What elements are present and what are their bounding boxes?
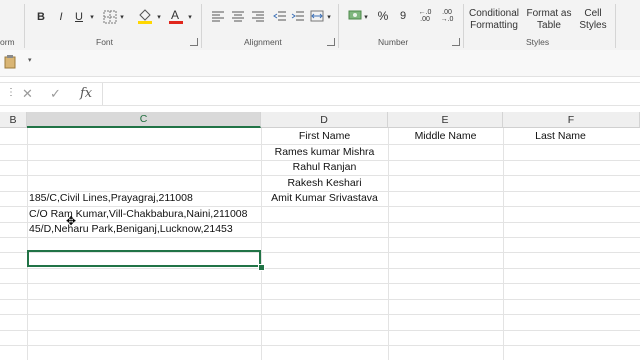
number-group-label: Number [378,37,409,47]
styles-group-label: Styles [526,37,550,47]
align-right-button[interactable] [250,9,266,23]
grid-line [0,330,640,331]
comma-style-button[interactable]: 9 [396,8,410,24]
currency-button[interactable] [348,7,362,23]
grid-line [0,268,640,269]
fill-color-dropdown-icon[interactable]: ▾ [155,11,163,23]
align-left-icon [212,11,224,22]
clipboard-group-label: orm [0,37,15,47]
column-header-e[interactable]: E [388,112,503,128]
cell-c-address[interactable]: C/O Ram Kumar,Vill-Chakbabura,Naini,2110… [29,207,247,222]
cell-d-name[interactable]: Rames kumar Mishra [261,145,388,160]
merge-dropdown-icon[interactable]: ▾ [325,11,333,23]
paste-icon[interactable] [4,55,16,74]
enter-icon[interactable]: ✓ [50,86,61,102]
merge-center-button[interactable] [309,9,325,23]
bold-button[interactable]: B [34,9,48,25]
fill-color-button[interactable] [136,7,154,25]
column-header-b[interactable]: B [0,112,27,128]
currency-dropdown-icon[interactable]: ▾ [362,11,370,23]
decrease-decimal-icon: .00 →.0 [440,9,454,23]
increase-indent-icon [291,11,304,21]
decrease-decimal-button[interactable]: .00 →.0 [438,7,456,25]
font-color-dropdown-icon[interactable]: ▾ [186,11,194,23]
cell-styles-button[interactable]: Cell Styles [576,6,610,34]
ribbon-separator [201,4,202,48]
paint-bucket-icon [138,9,152,24]
alignment-group-label: Alignment [244,37,282,47]
font-color-button[interactable]: A [167,7,185,25]
formula-bar: ⋮ ✕ ✓ fx [0,82,640,106]
column-header-d[interactable]: D [261,112,388,128]
cell-d-name[interactable]: Amit Kumar Srivastava [261,191,388,206]
cell-d-name[interactable]: Rakesh Keshari [261,176,388,191]
italic-button[interactable]: I [54,9,68,25]
grid-line [0,283,640,284]
conditional-formatting-button[interactable]: Conditional Formatting [466,6,522,34]
grid-line [503,128,504,360]
column-header-f[interactable]: F [503,112,640,128]
cell-e-middle-name-header[interactable]: Middle Name [388,129,503,144]
increase-decimal-button[interactable]: ←.0.00 [416,7,434,25]
cell-c-address[interactable]: 45/D,Neharu Park,Beniganj,Lucknow,21453 [29,222,233,237]
align-center-icon [232,11,244,22]
number-dialog-launcher[interactable] [452,38,460,46]
ribbon-separator [24,4,25,48]
underline-button[interactable]: U [72,9,86,25]
align-left-button[interactable] [210,9,226,23]
increase-decimal-icon: ←.0.00 [418,9,432,23]
cell-d-name[interactable]: Rahul Ranjan [261,160,388,175]
active-cell-selection[interactable] [27,250,261,267]
merge-center-icon [310,10,324,22]
font-group-label: Font [96,37,114,47]
cancel-icon[interactable]: ✕ [22,86,33,102]
grid-line [0,237,640,238]
decrease-indent-button[interactable] [272,9,288,23]
fill-handle[interactable] [258,264,265,271]
insert-function-icon[interactable]: fx [80,86,92,101]
customize-toolbar-icon[interactable]: ▾ [28,56,32,64]
cursor-move-icon: ✥ [66,214,77,228]
ribbon-separator [615,4,616,48]
formula-divider [102,83,103,105]
align-center-button[interactable] [230,9,246,23]
ribbon-separator [338,4,339,48]
format-as-table-button[interactable]: Format as Table [524,6,574,34]
grid-line [0,314,640,315]
alignment-dialog-launcher[interactable] [327,38,335,46]
percent-button[interactable]: % [376,8,390,24]
underline-dropdown-icon[interactable]: ▾ [88,11,96,23]
currency-icon [348,10,362,20]
font-color-icon: A [169,8,183,24]
grid-line [388,128,389,360]
ribbon-separator [463,4,464,48]
cell-d-first-name-header[interactable]: First Name [261,129,388,144]
font-dialog-launcher[interactable] [190,38,198,46]
decrease-indent-icon [273,11,286,21]
borders-dropdown-icon[interactable]: ▾ [118,11,126,23]
svg-text:A: A [171,8,179,22]
name-box-dropdown-icon[interactable]: ⋮ [6,87,16,98]
grid-line [27,128,28,360]
ribbon: orm B I U ▾ ▾ ▾ A ▾ Font ▾ Alignment ▾ % [0,0,640,51]
quick-access-strip: ▾ [0,50,640,77]
increase-indent-button[interactable] [290,9,306,23]
cell-c-address[interactable]: 185/C,Civil Lines,Prayagraj,211008 [29,191,193,206]
grid-line [0,299,640,300]
grid-line [0,345,640,346]
align-right-icon [252,11,264,22]
borders-icon [103,10,117,24]
cell-f-last-name-header[interactable]: Last Name [503,129,618,144]
column-header-c[interactable]: C [27,112,261,128]
borders-button[interactable] [102,9,118,25]
